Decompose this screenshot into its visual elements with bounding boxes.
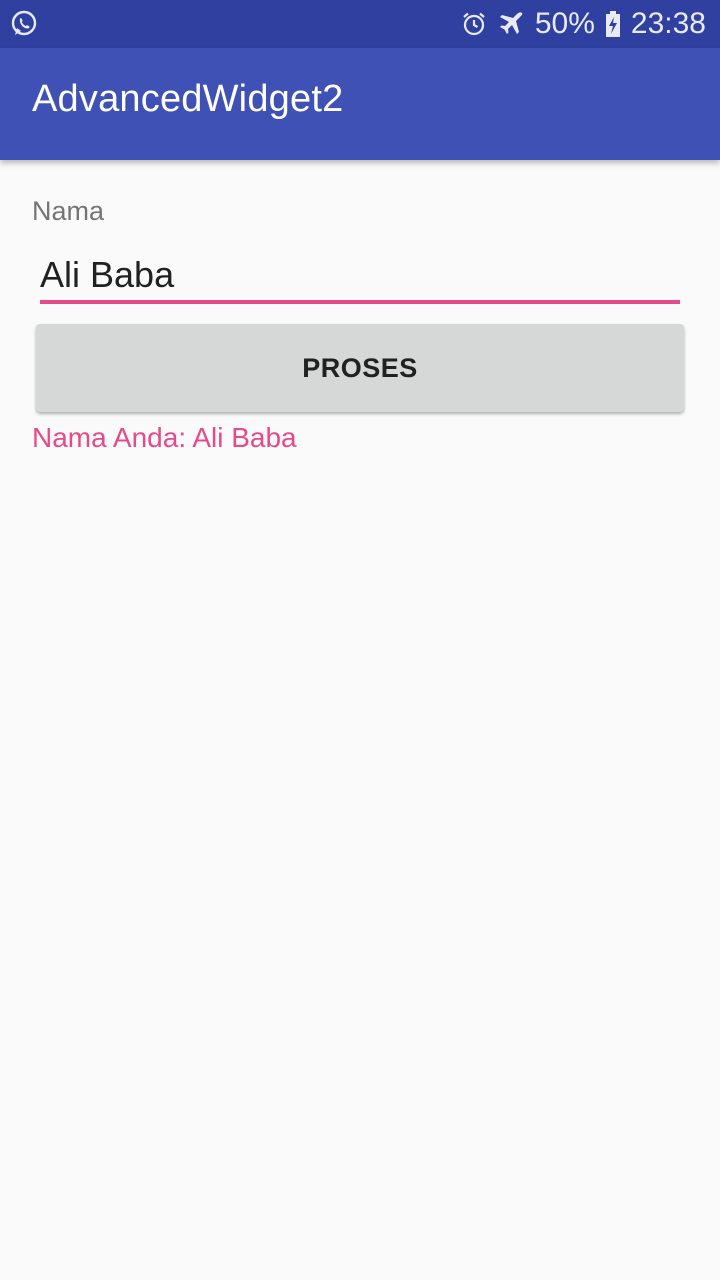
app-title: AdvancedWidget2 <box>32 78 344 120</box>
alarm-icon <box>461 11 487 37</box>
airplane-icon <box>497 10 525 38</box>
battery-charging-icon <box>605 10 621 38</box>
result-text: Nama Anda: Ali Baba <box>32 422 297 453</box>
battery-percent: 50% <box>534 7 595 40</box>
name-field-label: Nama <box>32 196 105 226</box>
whatsapp-icon <box>10 10 38 38</box>
app-bar: AdvancedWidget2 <box>0 48 720 160</box>
proses-button[interactable]: PROSES <box>36 324 684 412</box>
name-input[interactable] <box>40 250 680 304</box>
status-right-group: 50% 23:38 <box>461 0 706 48</box>
status-bar: 50% 23:38 <box>0 0 720 48</box>
clock-time: 23:38 <box>630 7 706 40</box>
